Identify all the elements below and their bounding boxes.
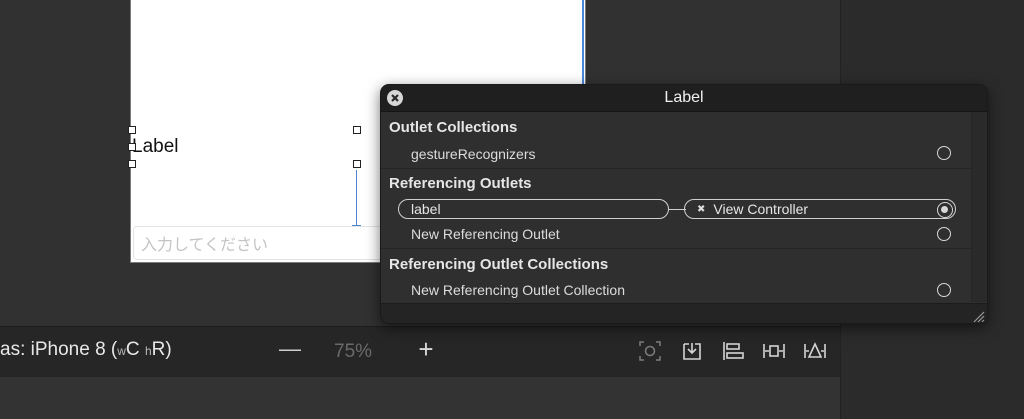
- new-referencing-outlet-collection-label: New Referencing Outlet Collection: [411, 282, 625, 298]
- popup-footer: [381, 303, 987, 323]
- debug-area: [0, 377, 840, 419]
- text-field-placeholder: 入力してください: [141, 235, 269, 254]
- resize-handle[interactable]: [353, 160, 361, 168]
- resolve-layout-icon[interactable]: [803, 340, 827, 362]
- popup-title-bar: Label: [381, 85, 987, 112]
- resize-handle[interactable]: [128, 160, 136, 168]
- new-referencing-outlet-collection-circle[interactable]: [937, 283, 951, 297]
- popup-scrollbar[interactable]: [971, 112, 987, 302]
- selection-edge: [582, 0, 584, 88]
- zoom-level[interactable]: 75%: [334, 341, 372, 363]
- width-class-letter: w: [117, 344, 126, 358]
- resize-grip-icon[interactable]: [971, 309, 985, 323]
- section-referencing-outlets: Referencing Outlets: [389, 175, 532, 192]
- outlet-target-pill[interactable]: ✖ View Controller: [684, 199, 956, 219]
- new-referencing-outlet-circle[interactable]: [937, 227, 951, 241]
- update-frames-icon[interactable]: [680, 340, 704, 362]
- canvas-bottom-bar: as: iPhone 8 (wC hR) — 75% +: [0, 326, 840, 378]
- connected-circle-icon[interactable]: [937, 202, 953, 218]
- section-outlet-collections: Outlet Collections: [389, 119, 518, 136]
- gesture-recognizers-label: gestureRecognizers: [411, 146, 536, 162]
- resize-handle[interactable]: [353, 126, 361, 134]
- divider: [381, 168, 971, 169]
- connections-popup: Label Outlet Collections gestureRecogniz…: [380, 84, 988, 324]
- resize-handle[interactable]: [128, 126, 136, 134]
- zoom-in-button[interactable]: +: [414, 334, 438, 364]
- divider: [381, 248, 971, 249]
- height-class-value: R): [151, 339, 172, 360]
- gesture-recognizers-connect-circle[interactable]: [937, 146, 951, 160]
- view-as-device: as: iPhone 8 (: [0, 339, 118, 360]
- outlet-name-pill[interactable]: label: [398, 199, 669, 219]
- remove-connection-icon[interactable]: ✖: [697, 204, 705, 215]
- popup-title: Label: [664, 89, 704, 106]
- align-icon[interactable]: [721, 340, 745, 362]
- height-class-letter: h: [144, 344, 152, 358]
- embed-in-icon[interactable]: [638, 340, 662, 362]
- resize-handle[interactable]: [128, 143, 136, 151]
- label-element[interactable]: Label: [132, 136, 179, 158]
- new-referencing-outlet-label: New Referencing Outlet: [411, 226, 560, 242]
- add-constraints-icon[interactable]: [762, 340, 786, 362]
- section-referencing-outlet-collections: Referencing Outlet Collections: [389, 256, 609, 273]
- view-as-button[interactable]: as: iPhone 8 (wC hR): [0, 339, 172, 361]
- zoom-out-button[interactable]: —: [279, 336, 301, 361]
- outlet-name: label: [411, 201, 441, 217]
- width-class-value: C: [125, 339, 140, 360]
- constraint-line: [356, 170, 357, 226]
- outlet-target: View Controller: [713, 201, 809, 217]
